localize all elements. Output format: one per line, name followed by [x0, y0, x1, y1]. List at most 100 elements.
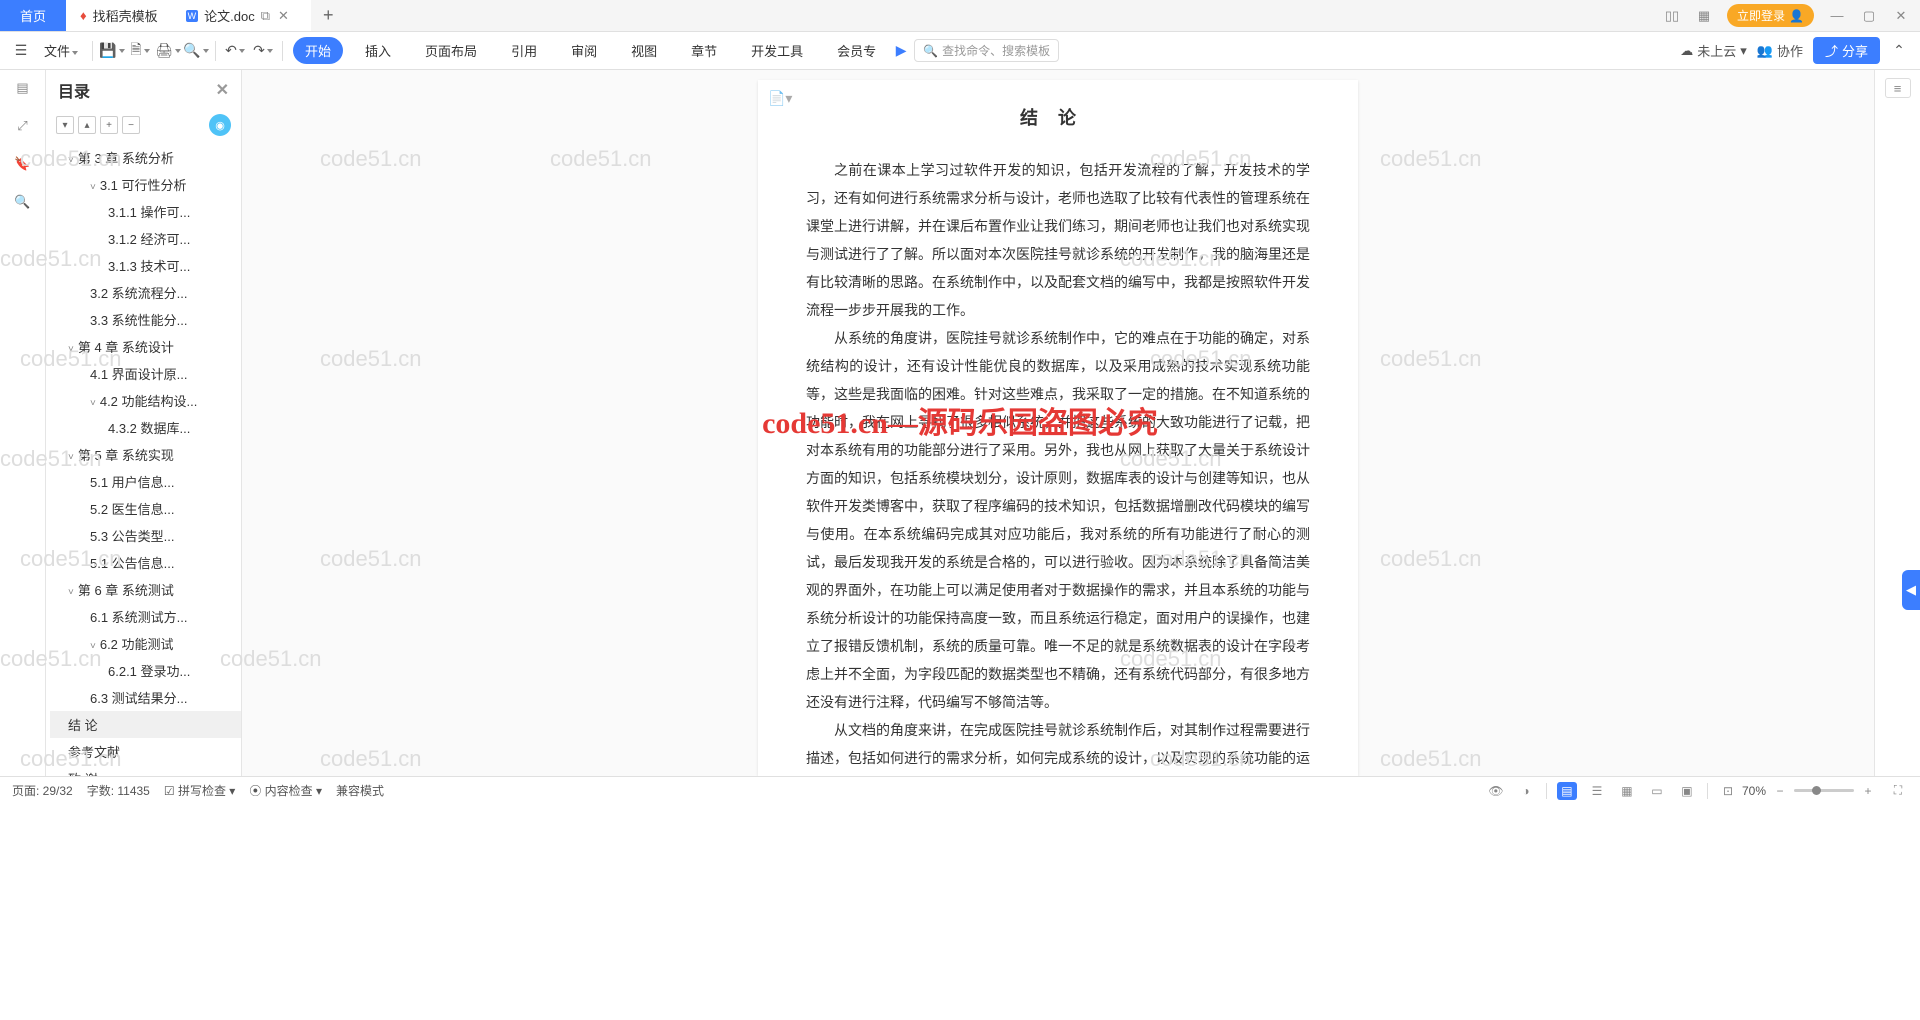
- tree-item[interactable]: 3.1.2 经济可...: [50, 225, 241, 252]
- find-icon[interactable]: 🔍: [187, 42, 205, 60]
- tree-item[interactable]: 致 谢: [50, 765, 241, 776]
- tree-item[interactable]: ˅6.2 功能测试: [50, 630, 241, 657]
- outline-title: 目录: [58, 78, 90, 102]
- ribbon-tab-0[interactable]: 开始: [293, 37, 343, 64]
- tree-item-label: 致 谢: [68, 772, 98, 776]
- zoom-level[interactable]: 70%: [1742, 784, 1766, 798]
- side-feedback-tab[interactable]: ◀: [1902, 570, 1920, 610]
- page-view-icon[interactable]: ▤: [1557, 782, 1577, 800]
- collab-button[interactable]: 👥协作: [1757, 41, 1803, 60]
- collapse-all-icon[interactable]: ▾: [56, 116, 74, 134]
- zoom-in-icon[interactable]: +: [1858, 782, 1878, 800]
- expand-all-icon[interactable]: ▴: [78, 116, 96, 134]
- minimize-icon[interactable]: —: [1828, 8, 1846, 23]
- ribbon-tab-1[interactable]: 插入: [353, 37, 403, 64]
- tree-item[interactable]: 5.1 公告信息...: [50, 549, 241, 576]
- tree-item[interactable]: 5.2 医生信息...: [50, 495, 241, 522]
- tree-item-label: 第 5 章 系统实现: [78, 448, 174, 463]
- panel-toggle-icon[interactable]: ≡: [1885, 78, 1911, 98]
- spell-check[interactable]: ☑ 拼写检查 ▾: [164, 782, 235, 799]
- outline-close-icon[interactable]: ✕: [216, 80, 229, 100]
- command-search[interactable]: 🔍 查找命令、搜索模板: [914, 39, 1059, 62]
- highlight-icon[interactable]: ◑: [1516, 782, 1536, 800]
- content-check[interactable]: ⦿ 内容检查 ▾: [249, 782, 322, 799]
- apps-icon[interactable]: ▦: [1695, 8, 1713, 24]
- tree-item[interactable]: ˅第 6 章 系统测试: [50, 576, 241, 603]
- tree-item[interactable]: 5.3 公告类型...: [50, 522, 241, 549]
- maximize-icon[interactable]: ▢: [1860, 8, 1878, 24]
- word-count[interactable]: 字数: 11435: [87, 782, 150, 799]
- add-heading-icon[interactable]: +: [100, 116, 118, 134]
- ribbon-tab-3[interactable]: 引用: [499, 37, 549, 64]
- compat-mode[interactable]: 兼容模式: [336, 782, 384, 799]
- undo-icon[interactable]: ↶: [226, 42, 244, 60]
- tab-window-icon[interactable]: ⧉: [261, 8, 270, 24]
- tree-item[interactable]: 3.1.3 技术可...: [50, 252, 241, 279]
- expand-icon[interactable]: ⤢: [13, 116, 33, 136]
- zoom-slider[interactable]: [1794, 789, 1854, 792]
- tree-item[interactable]: 4.3.2 数据库...: [50, 414, 241, 441]
- ribbon-tab-5[interactable]: 视图: [619, 37, 669, 64]
- print-preview-icon[interactable]: 🗎: [131, 42, 149, 60]
- ribbon-tab-7[interactable]: 开发工具: [739, 37, 815, 64]
- login-button[interactable]: 立即登录 👤: [1727, 4, 1814, 27]
- page-indicator[interactable]: 页面: 29/32: [12, 782, 73, 799]
- share-button[interactable]: ⤴分享: [1813, 37, 1880, 64]
- tree-item[interactable]: 3.1.1 操作可...: [50, 198, 241, 225]
- save-icon[interactable]: 💾: [103, 42, 121, 60]
- ribbon-tab-6[interactable]: 章节: [679, 37, 729, 64]
- outline-view-icon[interactable]: ☰: [1587, 782, 1607, 800]
- new-tab-button[interactable]: +: [311, 0, 346, 31]
- doc-heading: 结论: [806, 104, 1310, 130]
- tree-item[interactable]: 6.3 测试结果分...: [50, 684, 241, 711]
- ribbon-arrow-icon[interactable]: ▶: [892, 42, 910, 60]
- zoom-fit-icon[interactable]: ⊡: [1718, 782, 1738, 800]
- ribbon-tab-8[interactable]: 会员专: [825, 37, 888, 64]
- cloud-status[interactable]: ☁未上云▾: [1680, 41, 1747, 60]
- tree-item[interactable]: 参考文献: [50, 738, 241, 765]
- tree-item-label: 4.3.2 数据库...: [108, 421, 190, 436]
- collapse-ribbon-icon[interactable]: ⌃: [1890, 42, 1908, 60]
- tab-template[interactable]: ♦ 找稻壳模板: [66, 0, 172, 31]
- ai-assistant-icon[interactable]: ◉: [209, 114, 231, 136]
- remove-heading-icon[interactable]: −: [122, 116, 140, 134]
- tree-item[interactable]: ˅第 5 章 系统实现: [50, 441, 241, 468]
- layout-icon[interactable]: ▯▯: [1663, 8, 1681, 24]
- web-view-icon[interactable]: ▦: [1617, 782, 1637, 800]
- tree-item[interactable]: ˅3.1 可行性分析: [50, 171, 241, 198]
- tree-item[interactable]: ˅第 3 章 系统分析: [50, 144, 241, 171]
- tab-close-icon[interactable]: ✕: [278, 8, 289, 24]
- outline-tree: ˅第 3 章 系统分析˅3.1 可行性分析3.1.1 操作可...3.1.2 经…: [46, 140, 241, 776]
- close-icon[interactable]: ✕: [1892, 8, 1910, 24]
- tree-item-label: 4.1 界面设计原...: [90, 367, 188, 382]
- page-corner-icon[interactable]: 📄▾: [768, 90, 792, 107]
- read-view-icon[interactable]: ▭: [1647, 782, 1667, 800]
- tree-item[interactable]: ˅4.2 功能结构设...: [50, 387, 241, 414]
- ribbon-tab-2[interactable]: 页面布局: [413, 37, 489, 64]
- tree-item[interactable]: 5.1 用户信息...: [50, 468, 241, 495]
- doc-paragraph: 从文档的角度来讲，在完成医院挂号就诊系统制作后，对其制作过程需要进行描述，包括如…: [806, 718, 1310, 776]
- tree-item[interactable]: 4.1 界面设计原...: [50, 360, 241, 387]
- tree-item[interactable]: 6.1 系统测试方...: [50, 603, 241, 630]
- menu-icon[interactable]: ☰: [12, 42, 30, 60]
- ribbon-tab-4[interactable]: 审阅: [559, 37, 609, 64]
- search-rail-icon[interactable]: 🔍: [13, 192, 33, 212]
- file-menu[interactable]: 文件: [40, 39, 82, 62]
- tree-item-label: 5.1 公告信息...: [90, 556, 175, 571]
- focus-view-icon[interactable]: ▣: [1677, 782, 1697, 800]
- tree-item[interactable]: ˅第 4 章 系统设计: [50, 333, 241, 360]
- tree-item[interactable]: 6.2.1 登录功...: [50, 657, 241, 684]
- redo-icon[interactable]: ↷: [254, 42, 272, 60]
- print-icon[interactable]: 🖨: [159, 42, 177, 60]
- outline-icon[interactable]: ▤: [13, 78, 33, 98]
- bookmark-icon[interactable]: 🔖: [13, 154, 33, 174]
- tree-item[interactable]: 3.2 系统流程分...: [50, 279, 241, 306]
- tree-item[interactable]: 结 论: [50, 711, 241, 738]
- eye-icon[interactable]: 👁: [1486, 782, 1506, 800]
- zoom-out-icon[interactable]: −: [1770, 782, 1790, 800]
- tab-home[interactable]: 首页: [0, 0, 66, 31]
- fullscreen-icon[interactable]: ⛶: [1888, 782, 1908, 800]
- tab-template-label: 找稻壳模板: [93, 6, 158, 25]
- tree-item[interactable]: 3.3 系统性能分...: [50, 306, 241, 333]
- tab-document[interactable]: W 论文.doc ⧉ ✕: [172, 0, 311, 31]
